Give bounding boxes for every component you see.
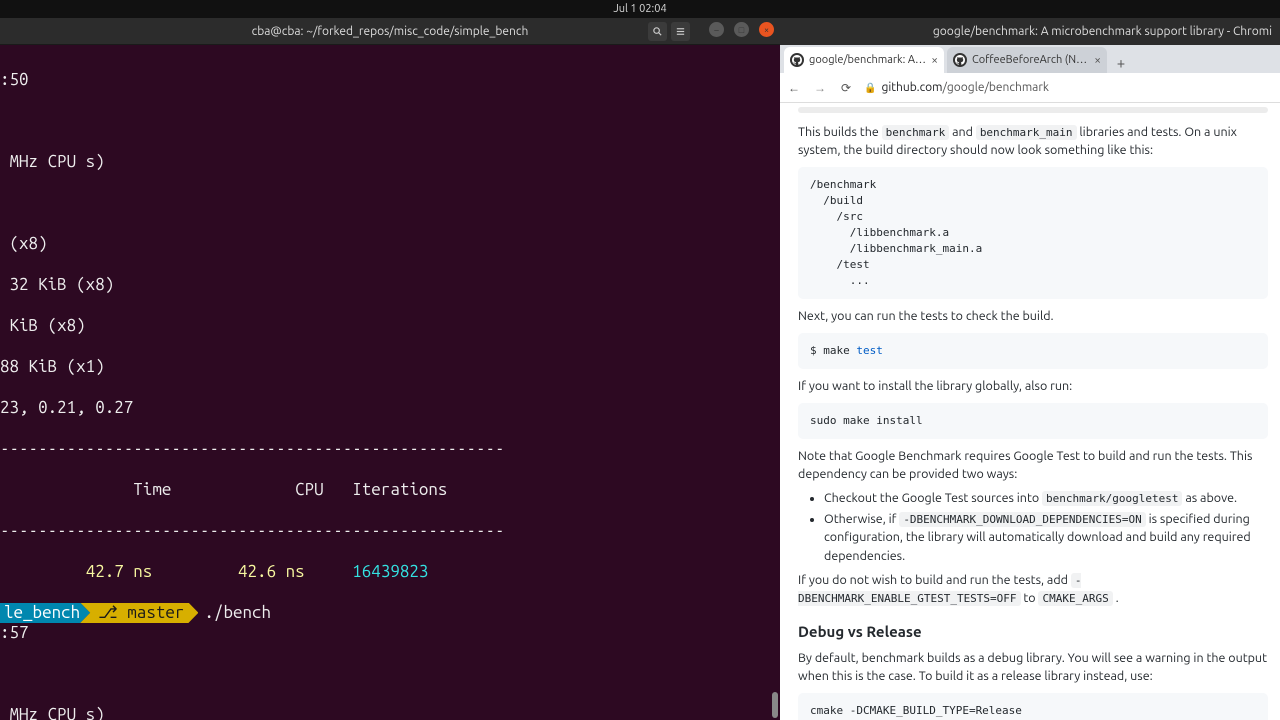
term-line: (x8) [0,234,780,255]
lock-icon: 🔒 [864,82,876,94]
headerbar-icons [648,22,690,41]
prompt-path: le_bench [0,603,90,624]
heading-debug-release: Debug vs Release [798,621,1268,643]
tab-close-icon[interactable]: × [1094,54,1101,67]
term-header: Time CPU Iterations [0,480,780,501]
github-icon [953,53,967,67]
tab-label: CoffeeBeforeArch (Nick) [972,54,1089,66]
desktop: cba@cba: ~/forked_repos/misc_code/simple… [0,18,1280,720]
paragraph: This builds the benchmark and benchmark_… [798,123,1268,159]
term-line: KiB (x8) [0,316,780,337]
prompt-branch: ⎇ master [80,603,198,624]
browser-window: google/benchmark: A microbenchmark suppo… [780,18,1280,720]
window-controls: – □ × [709,22,774,37]
term-line: :57 [0,623,780,644]
term-line: 23, 0.21, 0.27 [0,398,780,419]
forward-button[interactable]: → [812,81,828,95]
back-button[interactable]: ← [786,81,802,95]
url-text: github.com/google/benchmark [881,81,1049,94]
menu-icon[interactable] [671,22,690,41]
maximize-button[interactable]: □ [734,22,749,37]
term-line: 32 KiB (x8) [0,275,780,296]
inline-code: CMAKE_ARGS [1038,591,1112,606]
bench-row: 42.7 ns 42.6 ns 16439823 [0,562,780,583]
browser-title: google/benchmark: A microbenchmark suppo… [933,25,1272,38]
term-line: 88 KiB (x1) [0,357,780,378]
prompt: le_bench⎇ master ./bench [0,603,271,624]
tab-inactive[interactable]: CoffeeBeforeArch (Nick) × [947,47,1107,73]
code-block: cmake -DCMAKE_BUILD_TYPE=Release [798,693,1268,720]
inline-code: benchmark/googletest [1042,491,1182,506]
list-item: Checkout the Google Test sources into be… [824,489,1268,507]
terminal-body[interactable]: :50 MHz CPU s) (x8) 32 KiB (x8) KiB (x8)… [0,45,780,720]
tab-strip: google/benchmark: A mi × CoffeeBeforeArc… [780,45,1280,73]
close-button[interactable]: × [759,22,774,37]
page-content[interactable]: This builds the benchmark and benchmark_… [780,103,1280,720]
github-icon [790,53,804,67]
terminal-window: cba@cba: ~/forked_repos/misc_code/simple… [0,18,780,720]
minimize-button[interactable]: – [709,22,724,37]
inline-code: -DBENCHMARK_DOWNLOAD_DEPENDENCIES=ON [899,512,1145,527]
term-line [0,664,780,685]
term-line: ----------------------------------------… [0,439,780,460]
browser-titlebar[interactable]: google/benchmark: A microbenchmark suppo… [780,18,1280,45]
term-line: ----------------------------------------… [0,521,780,542]
search-icon[interactable] [648,22,667,41]
browser-toolbar: ← → ⟳ 🔒 github.com/google/benchmark [780,73,1280,103]
tab-label: google/benchmark: A mi [809,54,926,66]
paragraph: If you do not wish to build and run the … [798,571,1268,607]
term-line [0,193,780,214]
term-line: :50 [0,70,780,91]
list-item: Otherwise, if -DBENCHMARK_DOWNLOAD_DEPEN… [824,510,1268,564]
paragraph: Next, you can run the tests to check the… [798,307,1268,325]
tab-close-icon[interactable]: × [931,54,938,67]
code-block: /benchmark /build /src /libbenchmark.a /… [798,167,1268,299]
paragraph: If you want to install the library globa… [798,377,1268,395]
term-line: MHz CPU s) [0,152,780,173]
omnibox[interactable]: 🔒 github.com/google/benchmark [864,81,1274,94]
code-block: $ make test [798,333,1268,369]
term-line [0,111,780,132]
code-block-edge [798,107,1268,113]
clock: Jul 1 02:04 [613,3,666,15]
paragraph: Note that Google Benchmark requires Goog… [798,447,1268,483]
system-top-bar: Jul 1 02:04 [0,0,1280,18]
inline-code: benchmark_main [976,125,1077,140]
term-line: MHz CPU s) [0,705,780,720]
tab-active[interactable]: google/benchmark: A mi × [784,47,944,73]
inline-code: benchmark [882,125,950,140]
code-block: sudo make install [798,403,1268,439]
reload-button[interactable]: ⟳ [838,81,854,95]
bullet-list: Checkout the Google Test sources into be… [798,489,1268,565]
prompt-command: ./bench [204,603,271,624]
scrollbar-thumb[interactable] [772,692,778,718]
paragraph: By default, benchmark builds as a debug … [798,649,1268,685]
new-tab-button[interactable]: + [1110,51,1132,73]
terminal-titlebar[interactable]: cba@cba: ~/forked_repos/misc_code/simple… [0,18,780,45]
